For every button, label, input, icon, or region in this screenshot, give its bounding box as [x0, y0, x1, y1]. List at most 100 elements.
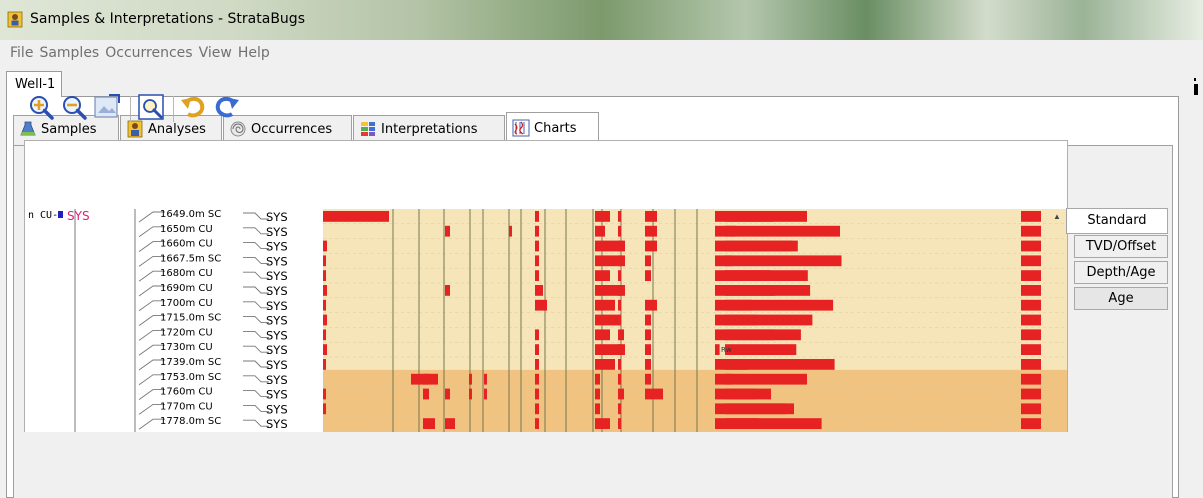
abundance-bar [535, 225, 539, 237]
abundance-bar [509, 225, 512, 237]
abundance-bar [323, 211, 389, 222]
side-tab-depth-age[interactable]: Depth/Age [1074, 261, 1168, 284]
abundance-bar [323, 388, 326, 400]
abundance-bar [469, 388, 472, 400]
zoom-fit-icon[interactable] [136, 92, 166, 122]
zoom-out-icon[interactable] [59, 92, 89, 122]
abundance-bar [445, 225, 450, 237]
abundance-bar [323, 314, 327, 326]
side-tab-age[interactable]: Age [1074, 287, 1168, 310]
depth-label: 1778.0m SC [160, 416, 221, 427]
abundance-bar [323, 240, 327, 252]
abundance-bar [535, 299, 547, 311]
shell-icon [230, 121, 246, 136]
window-title: Samples & Interpretations - StrataBugs [30, 11, 305, 27]
menu-help[interactable]: Help [236, 40, 272, 66]
abundance-bar [445, 388, 450, 400]
abundance-bar [725, 373, 732, 385]
tab-samples-label: Samples [41, 122, 97, 137]
abundance-bar [535, 388, 539, 400]
abundance-bar [725, 299, 834, 311]
depth-label: 1667.5m SC [160, 253, 221, 264]
abundance-bar [1021, 255, 1041, 267]
title-bar[interactable]: Samples & Interpretations - StrataBugs [0, 0, 1203, 40]
menu-view[interactable]: View [197, 40, 234, 66]
abundance-bar [618, 329, 624, 341]
abundance-bar [645, 373, 651, 385]
abundance-bar [535, 255, 539, 267]
depth-label: 1649.0m SC [160, 209, 221, 220]
abundance-bar [618, 418, 621, 429]
abundance-bar [595, 299, 615, 311]
abundance-bar [725, 255, 732, 267]
depth-label: 1760m CU [160, 387, 213, 398]
menu-samples[interactable]: Samples [37, 40, 101, 66]
abundance-bar [484, 388, 487, 400]
abundance-bar [725, 403, 794, 415]
abundance-bar [715, 255, 842, 267]
abundance-bar [535, 329, 539, 341]
abundance-bar [535, 418, 539, 429]
zoom-in-icon[interactable] [26, 92, 56, 122]
abundance-bar [469, 373, 472, 385]
annotation-label: Rw [721, 346, 732, 354]
tab-analyses-label: Analyses [148, 122, 206, 137]
depth-label: 1780m CU [160, 431, 213, 432]
side-tab-standard[interactable]: Standard [1066, 208, 1168, 234]
abundance-bar [323, 344, 327, 355]
range-chart[interactable]: n CU- SYS 1649.0m SC SYS 1650m CU SYS 1660m CU… [24, 140, 1068, 432]
depth-label: 1753.0m SC [160, 372, 221, 383]
redo-icon[interactable] [212, 92, 242, 122]
abundance-bar [595, 225, 605, 237]
abundance-bar [323, 359, 326, 370]
abundance-bar [618, 373, 621, 385]
abundance-bar [1021, 299, 1041, 311]
abundance-bar [323, 285, 327, 296]
zone-label: SYS [266, 284, 288, 298]
depth-label: 1700m CU [160, 298, 213, 309]
side-tab-tvd-offset[interactable]: TVD/Offset [1074, 235, 1168, 258]
abundance-bar [595, 388, 600, 400]
scroll-up-arrow[interactable]: ▲ [1051, 211, 1063, 223]
chart-canvas: n CU- SYS 1649.0m SC SYS 1650m CU SYS 1660m CU… [28, 209, 1067, 432]
abundance-bar [423, 418, 435, 429]
zone-label: SYS [266, 240, 288, 254]
abundance-bar [323, 403, 326, 415]
chart-icon [512, 119, 530, 136]
menu-occurrences[interactable]: Occurrences [103, 40, 194, 66]
abundance-bar [1021, 344, 1041, 355]
abundance-bar [445, 285, 450, 296]
zone-label: SYS [266, 388, 288, 402]
abundance-bar [645, 329, 651, 341]
abundance-bar [725, 359, 748, 370]
abundance-bar [725, 388, 771, 400]
abundance-bar [1021, 285, 1041, 296]
abundance-bar [645, 359, 651, 370]
abundance-bar [323, 255, 326, 267]
legend-marker [58, 211, 63, 218]
abundance-bar [535, 240, 539, 252]
abundance-bar [1021, 359, 1041, 370]
abundance-bar [535, 211, 539, 222]
abundance-bar [535, 270, 539, 281]
undo-icon[interactable] [178, 92, 208, 122]
abundance-bar [595, 359, 615, 370]
abundance-bar [725, 211, 774, 222]
abundance-bar [595, 314, 620, 326]
zone-label: SYS [266, 269, 288, 283]
image-export-icon[interactable] [92, 92, 122, 122]
menu-file[interactable]: File [8, 40, 35, 66]
abundance-bar [725, 314, 813, 326]
scientist-icon [7, 11, 23, 28]
abundance-bar [1021, 418, 1041, 429]
abundance-bar [423, 373, 429, 385]
tab-interpretations-label: Interpretations [381, 122, 478, 137]
abundance-bar [725, 240, 792, 252]
tab-occurrences-label: Occurrences [251, 122, 333, 137]
abundance-bar [595, 418, 610, 429]
abundance-bar [725, 270, 808, 281]
abundance-bar [1021, 314, 1041, 326]
depth-label: 1730m CU [160, 342, 213, 353]
abundance-bar [725, 225, 840, 237]
abundance-bar [1021, 240, 1041, 252]
